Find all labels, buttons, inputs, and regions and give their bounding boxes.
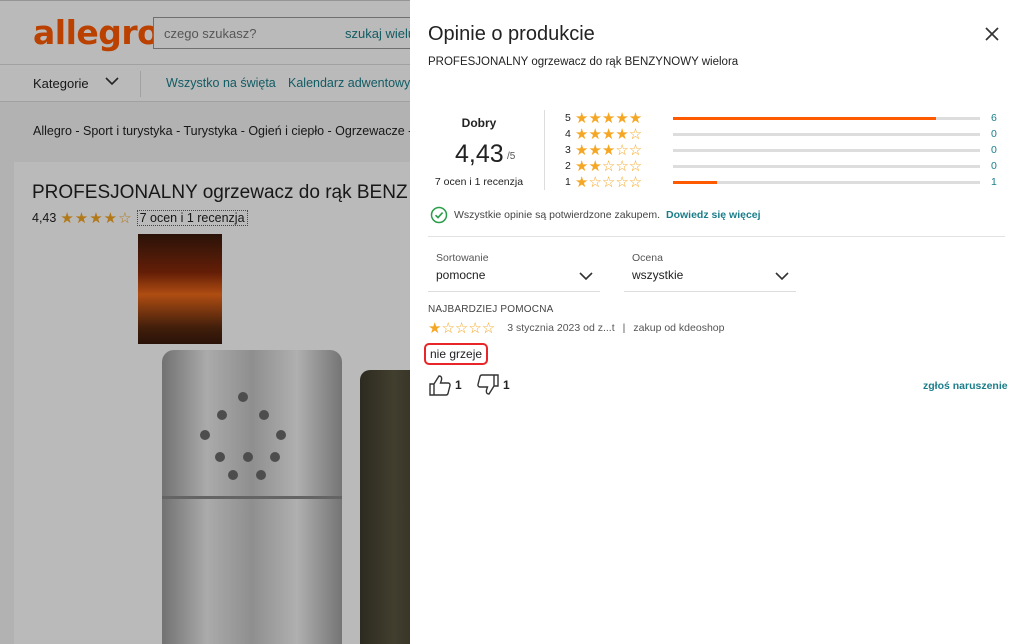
reviews-panel: Opinie o produkcie PROFESJONALNY ogrzewa…: [410, 0, 1016, 644]
distribution-stars-label: 5: [565, 112, 571, 124]
thumbs-down-icon: [477, 374, 499, 395]
thumbs-up-icon: [429, 375, 451, 396]
dislike-count: 1: [503, 378, 510, 392]
distribution-bar: [673, 165, 980, 168]
rating-score: 4,43: [455, 140, 504, 168]
distribution-stars-label: 2: [565, 160, 571, 172]
like-button[interactable]: 1: [428, 374, 462, 396]
rating-filter-label: Ocena: [632, 252, 663, 264]
product-name: PROFESJONALNY ogrzewacz do rąk BENZYNOWY…: [428, 56, 739, 68]
sort-label: Sortowanie: [436, 252, 489, 264]
distribution-stars-label: 1: [565, 176, 571, 188]
sort-select[interactable]: Sortowanie pomocne: [428, 252, 600, 292]
rating-filter-value: wszystkie: [632, 268, 684, 282]
chevron-down-icon: [579, 272, 593, 281]
verified-notice: Wszystkie opinie są potwierdzone zakupem…: [430, 206, 761, 224]
review-heading: NAJBARDZIEJ POMOCNA: [428, 304, 554, 315]
distribution-bar: [673, 117, 980, 120]
review-text: nie grzeje: [424, 343, 489, 365]
distribution-bar: [673, 149, 980, 152]
rating-filter-select[interactable]: Ocena wszystkie: [624, 252, 796, 292]
panel-title: Opinie o produkcie: [428, 23, 595, 45]
rating-label: Dobry: [461, 116, 497, 130]
sort-value: pomocne: [436, 268, 486, 282]
distribution-count[interactable]: 6: [991, 112, 997, 124]
distribution-bar: [673, 133, 980, 136]
distribution-row-5[interactable]: 5 ★★★★★ 6: [565, 110, 1005, 127]
check-circle-icon: [430, 206, 448, 224]
learn-more-link[interactable]: Dowiedz się więcej: [666, 209, 761, 221]
distribution-row-2[interactable]: 2 ★★☆☆☆ 0: [565, 158, 1005, 175]
verified-text: Wszystkie opinie są potwierdzone zakupem…: [454, 209, 661, 221]
distribution-count[interactable]: 0: [991, 128, 997, 140]
report-link[interactable]: zgłoś naruszenie: [923, 380, 1008, 392]
distribution-bar-fill: [673, 117, 937, 120]
distribution-row-3[interactable]: 3 ★★★☆☆ 0: [565, 142, 1005, 159]
distribution-stars-label: 3: [565, 144, 571, 156]
distribution-bar: [673, 181, 980, 184]
close-icon[interactable]: [982, 24, 1002, 44]
distribution-count[interactable]: 1: [991, 176, 997, 188]
review-meta: ★☆☆☆☆ 3 stycznia 2023 od z...t | zakup o…: [428, 319, 724, 337]
summary-divider: [544, 110, 545, 190]
distribution-stars-label: 4: [565, 128, 571, 140]
chevron-down-icon: [775, 272, 789, 281]
review-date[interactable]: 3 stycznia 2023 od z...t: [507, 322, 614, 334]
distribution-count[interactable]: 0: [991, 144, 997, 156]
distribution-count[interactable]: 0: [991, 160, 997, 172]
rating-max: /5: [507, 151, 516, 162]
distribution-bar-fill: [673, 181, 717, 184]
review-meta-separator: |: [622, 322, 626, 334]
rating-stars-icon: ★☆☆☆☆: [575, 174, 643, 191]
section-divider: [428, 236, 1005, 237]
dislike-button[interactable]: 1: [476, 374, 510, 396]
like-count: 1: [455, 378, 462, 392]
review-stars-icon: ★☆☆☆☆: [428, 320, 496, 337]
distribution-row-1[interactable]: 1 ★☆☆☆☆ 1: [565, 174, 1005, 191]
rating-count: 7 ocen i 1 recenzja: [434, 176, 524, 188]
distribution-row-4[interactable]: 4 ★★★★☆ 0: [565, 126, 1005, 143]
review-seller: zakup od kdeoshop: [633, 322, 725, 334]
